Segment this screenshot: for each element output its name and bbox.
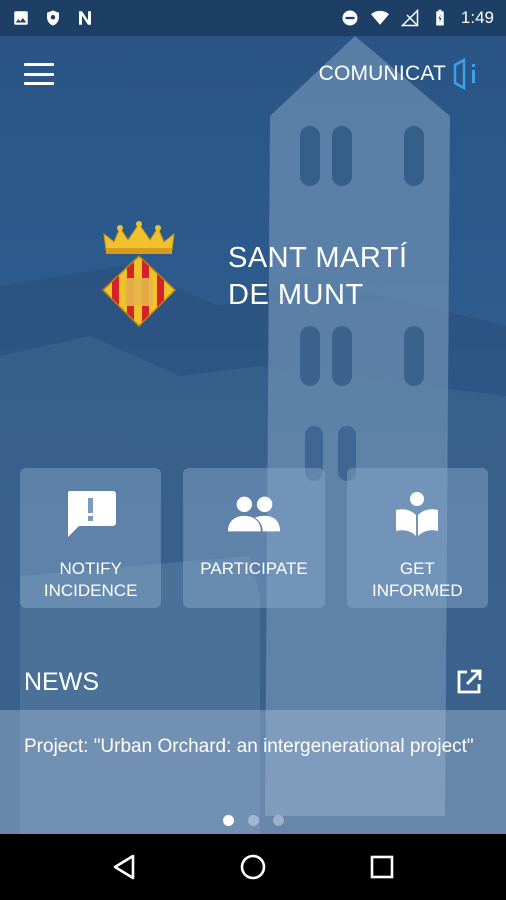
get-informed-label: GET INFORMED <box>371 559 463 600</box>
back-button[interactable] <box>104 847 144 887</box>
town-hero: SANT MARTÍ DE MUNT <box>0 206 506 346</box>
brand-logo: COMUNICAT <box>319 57 482 91</box>
home-button[interactable] <box>233 847 273 887</box>
get-informed-button[interactable]: GET INFORMED <box>346 468 488 608</box>
status-right: 1:49 <box>341 8 494 28</box>
pager-dot[interactable] <box>222 815 234 826</box>
people-icon <box>226 486 282 542</box>
news-item-text[interactable]: Project: "Urban Orchard: an intergenerat… <box>24 734 484 759</box>
brand-name: COMUNICAT <box>318 62 446 85</box>
signal-icon <box>400 9 419 27</box>
town-name: SANT MARTÍ DE MUNT <box>228 240 408 314</box>
hamburger-menu-icon[interactable] <box>24 63 54 85</box>
carousel-pager <box>0 815 506 826</box>
do-not-disturb-icon <box>342 10 358 26</box>
town-name-line1: SANT MARTÍ <box>228 242 408 274</box>
open-external-icon[interactable] <box>454 667 484 697</box>
battery-icon <box>436 9 444 26</box>
news-header: NEWS <box>24 664 484 700</box>
image-icon <box>14 11 28 25</box>
status-left-icons <box>12 9 94 27</box>
notify-incidence-label: NOTIFY INCIDENCE <box>43 559 138 600</box>
home-icon <box>240 854 266 880</box>
town-coat-of-arms-icon <box>101 221 177 328</box>
pager-dot[interactable] <box>272 815 284 826</box>
chat-alert-icon <box>63 486 119 542</box>
pager-dot[interactable] <box>247 815 259 826</box>
action-tiles: NOTIFY INCIDENCE PARTICIPATE GET INFORME… <box>20 468 488 608</box>
top-app-bar: COMUNICAT <box>0 36 506 112</box>
status-bar: 1:49 <box>0 0 506 36</box>
town-name-line2: DE MUNT <box>228 279 364 311</box>
app-screen: COMUNICAT SANT MARTÍ DE MUNT NOTIFY INCI… <box>0 36 506 834</box>
n-icon <box>79 11 91 25</box>
shield-icon <box>47 10 59 26</box>
system-navigation-bar <box>0 834 506 900</box>
book-reader-icon <box>389 486 445 542</box>
clock: 1:49 <box>460 8 494 27</box>
news-carousel[interactable]: Project: "Urban Orchard: an intergenerat… <box>0 710 506 834</box>
recents-icon <box>370 855 393 879</box>
wifi-icon <box>370 10 389 25</box>
back-icon <box>114 854 135 880</box>
participate-label: PARTICIPATE <box>200 559 308 578</box>
recents-button[interactable] <box>362 847 402 887</box>
news-title: NEWS <box>24 667 99 696</box>
participate-button[interactable]: PARTICIPATE <box>183 468 325 608</box>
notify-incidence-button[interactable]: NOTIFY INCIDENCE <box>20 468 162 608</box>
comunicat-logo-icon <box>453 57 475 91</box>
